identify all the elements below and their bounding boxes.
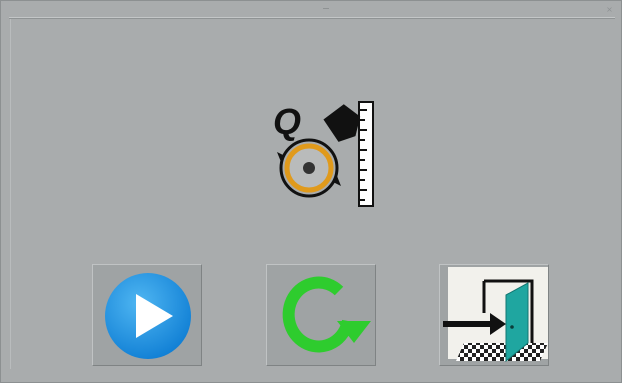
logo-letter: Q <box>273 101 301 142</box>
play-button[interactable] <box>92 264 202 366</box>
rotate-arrow-icon <box>282 276 371 353</box>
q-rotation-gauge-icon: Q <box>267 96 379 208</box>
reset-button[interactable] <box>266 264 376 366</box>
minimize-icon[interactable] <box>323 8 329 9</box>
app-window: × Q <box>0 0 622 383</box>
close-icon[interactable]: × <box>606 6 613 14</box>
title-bar[interactable]: × <box>9 3 615 18</box>
exit-door-icon <box>443 267 548 363</box>
divider <box>10 19 11 369</box>
exit-button[interactable] <box>439 264 549 366</box>
play-icon <box>105 273 191 359</box>
